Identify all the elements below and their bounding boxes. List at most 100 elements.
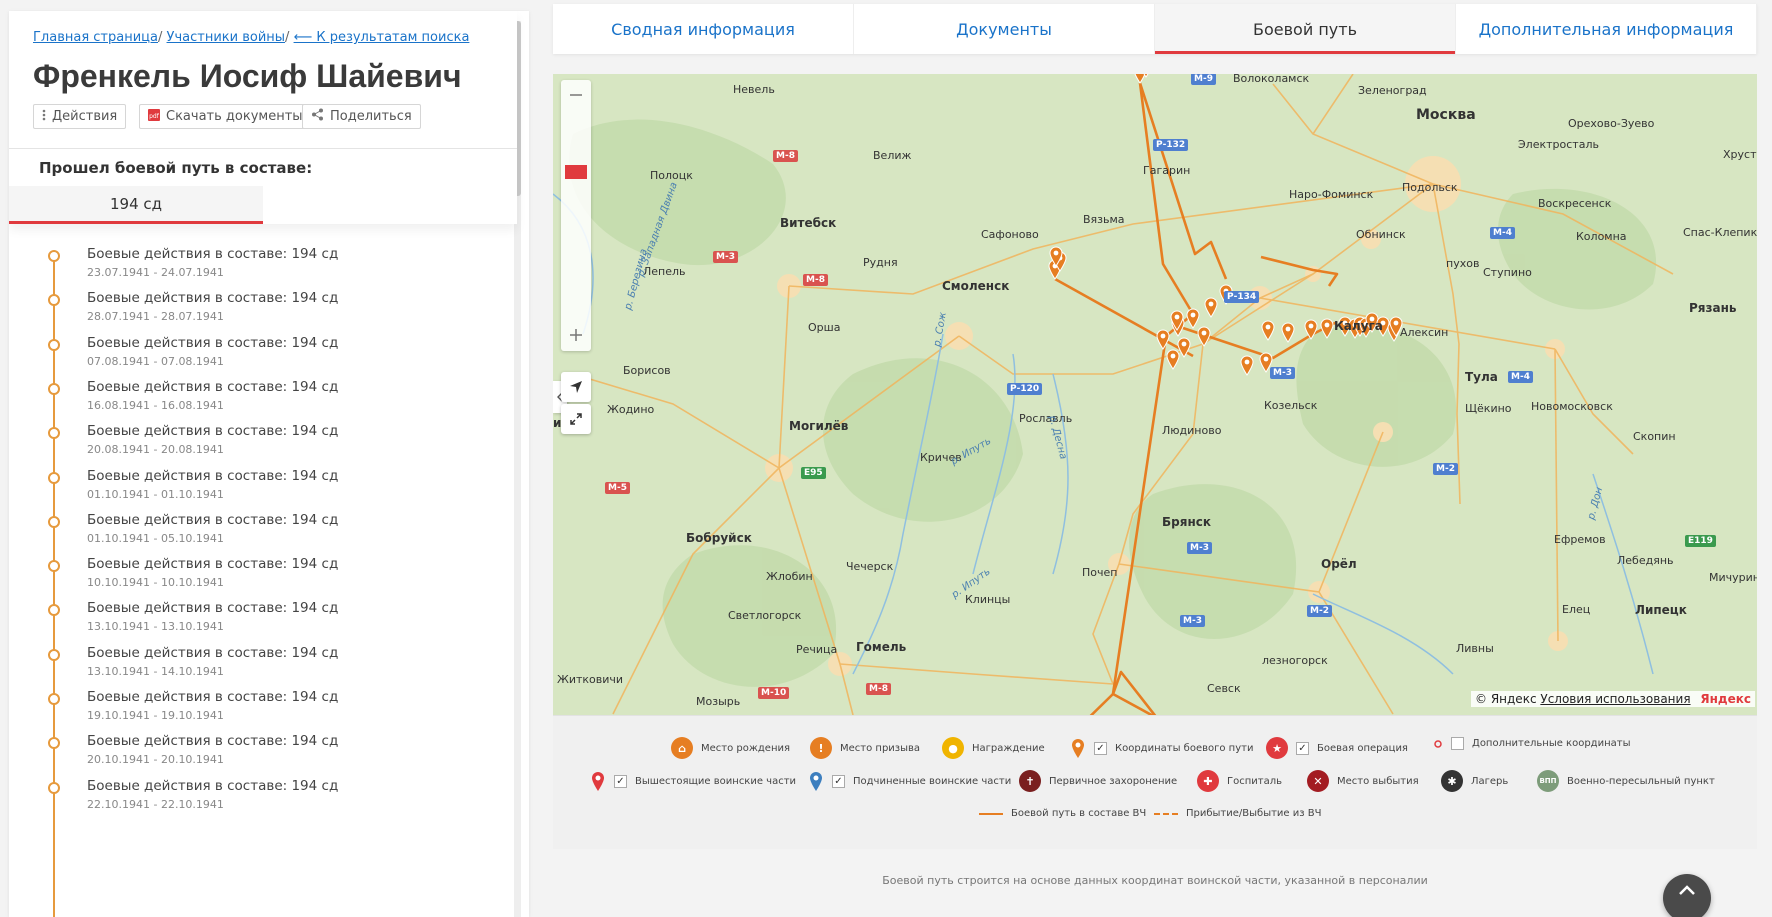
path-coords-checkbox[interactable]: ✓: [1094, 741, 1107, 755]
city-label: Рудня: [863, 256, 898, 269]
timeline-item[interactable]: Боевые действия в составе: 194 сд 01.10.1…: [9, 465, 499, 515]
route-pin[interactable]: [1240, 355, 1254, 376]
breadcrumb-separator: /: [158, 30, 163, 45]
route-pin[interactable]: [1156, 329, 1170, 350]
combat-path-map[interactable]: Невель Велиж Полоцк Витебск Лепель Рудня…: [553, 74, 1757, 715]
road-badge: М-9: [1191, 74, 1216, 85]
road-badge: E119: [1685, 535, 1716, 547]
legend-draft: ! Место призыва: [810, 737, 920, 759]
timeline-item[interactable]: Боевые действия в составе: 194 сд 22.10.1…: [9, 775, 499, 825]
road-badge: М-4: [1490, 227, 1515, 239]
legend-label: Место выбытия: [1337, 775, 1419, 787]
road-badge: М-8: [773, 150, 798, 162]
terms-of-use-link[interactable]: Условия использования: [1540, 692, 1690, 706]
tab-additional-info[interactable]: Дополнительная информация: [1456, 4, 1757, 54]
legend-path-coords: ✓ Координаты боевого пути: [1070, 737, 1253, 759]
road-badge: М-8: [866, 683, 891, 695]
yandex-logo[interactable]: Яндекс: [1700, 692, 1751, 706]
city-label: Алексин: [1400, 326, 1449, 339]
timeline-item[interactable]: Боевые действия в составе: 194 сд 20.08.1…: [9, 420, 499, 470]
timeline-item[interactable]: Боевые действия в составе: 194 сд 16.08.1…: [9, 376, 499, 426]
city-label: Тула: [1465, 370, 1498, 384]
city-label: Ливны: [1456, 642, 1494, 655]
operation-checkbox[interactable]: ✓: [1296, 741, 1309, 755]
orange-pin-icon: [1072, 739, 1084, 758]
city-label: Витебск: [780, 216, 837, 230]
road-badge: М-5: [605, 482, 630, 494]
legend-label: Прибытие/Выбытие из ВЧ: [1186, 808, 1322, 819]
road-badge: Р-120: [1007, 383, 1043, 395]
city-label: Коломна: [1576, 230, 1627, 243]
red-pin-icon: [592, 772, 604, 791]
route-pin[interactable]: [1261, 320, 1275, 341]
city-label: Жлобин: [766, 570, 813, 583]
timeline-item[interactable]: Боевые действия в составе: 194 сд 10.10.1…: [9, 553, 499, 603]
breadcrumb-participants-link[interactable]: Участники войны: [167, 30, 286, 45]
scroll-to-top-button[interactable]: [1663, 874, 1711, 917]
zoom-in-button[interactable]: [561, 320, 591, 350]
route-pin[interactable]: [1281, 322, 1295, 343]
route-pin[interactable]: [1134, 74, 1146, 84]
route-pin[interactable]: [1186, 308, 1200, 329]
road-badge: М-2: [1307, 605, 1332, 617]
actions-button[interactable]: Действия: [33, 104, 127, 129]
city-label: Подольск: [1402, 181, 1458, 194]
timeline-item-title: Боевые действия в составе: 194 сд: [87, 556, 339, 573]
route-pin-center: [1170, 353, 1176, 359]
download-documents-label: Скачать документы: [166, 109, 303, 124]
timeline-item-dates: 23.07.1941 - 24.07.1941: [87, 266, 224, 279]
city-label: Гагарин: [1143, 164, 1191, 177]
route-pin[interactable]: [1204, 297, 1218, 318]
timeline-item-title: Боевые действия в составе: 194 сд: [87, 378, 339, 395]
tab-combat-path[interactable]: Боевой путь: [1155, 4, 1456, 54]
route-pin-center: [1160, 333, 1166, 339]
timeline-dot: [48, 560, 60, 573]
back-to-results-link[interactable]: ⟵ К результатам поиска: [294, 30, 470, 45]
download-documents-button[interactable]: pdf Скачать документы: [139, 104, 312, 129]
timeline-item[interactable]: Боевые действия в составе: 194 сд 13.10.1…: [9, 597, 499, 647]
expand-icon: [570, 413, 582, 425]
timeline-item[interactable]: Боевые действия в составе: 194 сд 07.08.1…: [9, 332, 499, 382]
header-divider: [9, 148, 517, 149]
person-name: Френкель Иосиф Шайевич: [33, 58, 462, 94]
zoom-out-button[interactable]: [561, 80, 591, 110]
timeline-dot: [48, 693, 60, 705]
city-label: Орша: [808, 321, 841, 334]
tab-summary[interactable]: Сводная информация: [553, 4, 854, 54]
timeline-item[interactable]: Боевые действия в составе: 194 сд 28.07.1…: [9, 287, 499, 337]
tab-documents[interactable]: Документы: [854, 4, 1155, 54]
location-arrow-icon: [570, 381, 582, 393]
timeline-item[interactable]: Боевые действия в составе: 194 сд 20.10.1…: [9, 730, 499, 780]
more-vertical-icon: [42, 109, 46, 125]
geolocation-button[interactable]: [561, 372, 591, 402]
breadcrumb-home-link[interactable]: Главная страница: [33, 30, 158, 45]
city-label: Лебедянь: [1617, 554, 1674, 567]
timeline-item-title: Боевые действия в составе: 194 сд: [87, 733, 339, 750]
city-label: Елец: [1562, 603, 1591, 616]
legend-route-line: Боевой путь в составе ВЧ: [979, 808, 1146, 819]
city-label: Калуга: [1334, 319, 1383, 333]
legend-camp: ✱ Лагерь: [1441, 770, 1508, 792]
city-label: Почеп: [1082, 566, 1118, 579]
timeline-item[interactable]: Боевые действия в составе: 194 сд 13.10.1…: [9, 642, 499, 692]
subordinate-units-checkbox[interactable]: ✓: [832, 774, 845, 788]
route-pin[interactable]: [1197, 326, 1211, 347]
extra-coords-checkbox[interactable]: [1451, 737, 1464, 750]
city-label: Чечерск: [846, 560, 894, 573]
fullscreen-button[interactable]: [561, 404, 591, 434]
legend-label: Место призыва: [840, 742, 921, 754]
unit-tab-194[interactable]: 194 сд: [9, 186, 263, 224]
timeline-item[interactable]: Боевые действия в составе: 194 сд 19.10.1…: [9, 686, 499, 736]
home-icon: ⌂: [671, 737, 693, 759]
timeline-item[interactable]: Боевые действия в составе: 194 сд 01.10.1…: [9, 509, 499, 559]
legend-label: Координаты боевого пути: [1115, 742, 1254, 754]
road-badge: М-3: [1270, 367, 1295, 379]
timeline-dot: [48, 781, 60, 794]
superior-units-checkbox[interactable]: ✓: [614, 774, 627, 788]
share-button[interactable]: Поделиться: [302, 104, 421, 129]
route-pin[interactable]: [1166, 349, 1180, 370]
timeline-dot: [48, 515, 60, 528]
timeline-item[interactable]: Боевые действия в составе: 194 сд 23.07.1…: [9, 243, 499, 293]
zoom-level-marker[interactable]: [565, 165, 587, 179]
legend-operation: ★ ✓ Боевая операция: [1266, 737, 1408, 759]
